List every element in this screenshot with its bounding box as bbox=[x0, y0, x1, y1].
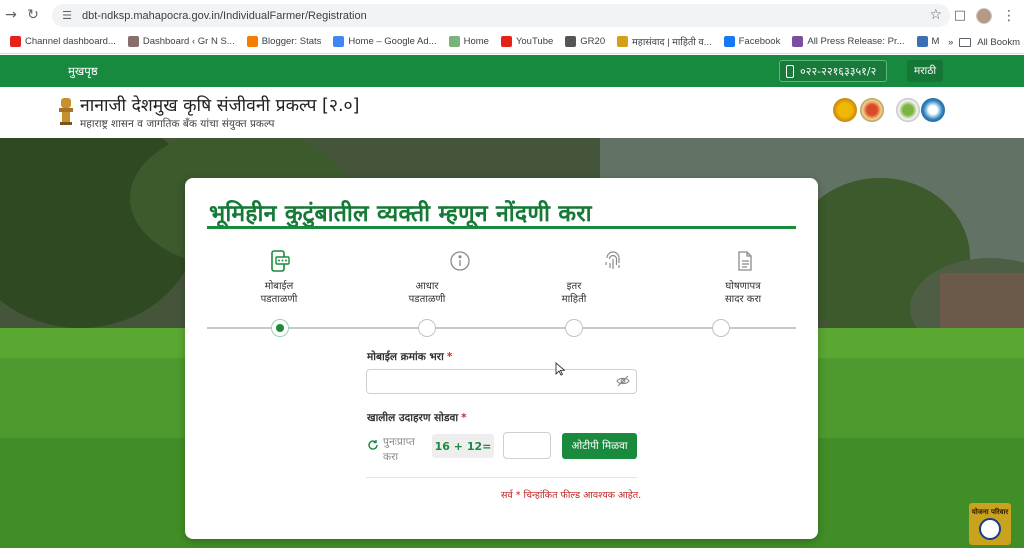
pocra-logo-icon bbox=[896, 98, 920, 122]
bookmark-label: Home – Google Ad... bbox=[348, 36, 437, 47]
emblem-icon bbox=[617, 36, 629, 47]
form-title: भूमिहीन कुटुंबातील व्यक्ती म्हणून नोंदणी… bbox=[209, 201, 592, 227]
bookmark-star-icon[interactable]: ☆ bbox=[929, 7, 942, 23]
captcha-question: 16 + 12= bbox=[432, 434, 494, 458]
refresh-icon bbox=[368, 440, 378, 450]
mobile-number-label: मोबाईल क्रमांक भरा * bbox=[367, 351, 453, 363]
bookmark-label: Blogger: Stats bbox=[261, 36, 322, 47]
bookmark-item[interactable]: YouTube bbox=[497, 36, 557, 47]
site-subtitle: महाराष्ट्र शासन व जागतिक बँक यांचा संयुक… bbox=[80, 118, 275, 130]
document-icon bbox=[734, 250, 756, 272]
bookmark-item[interactable]: Home – Google Ad... bbox=[329, 36, 440, 47]
bookmark-label: Facebook bbox=[738, 36, 781, 47]
channel-watermark-logo: योजना परिवार bbox=[969, 503, 1011, 545]
leaf-icon bbox=[448, 36, 460, 47]
wordpress-icon bbox=[127, 36, 139, 47]
title-underline bbox=[207, 226, 796, 229]
youtube-icon bbox=[500, 36, 512, 47]
language-button[interactable]: मराठी bbox=[907, 60, 943, 82]
step-dot-3 bbox=[565, 319, 583, 337]
mobile-number-input[interactable] bbox=[366, 369, 637, 394]
url-text: dbt-ndksp.mahapocra.gov.in/IndividualFar… bbox=[82, 9, 367, 22]
profile-avatar[interactable] bbox=[976, 7, 992, 24]
bookmark-item[interactable]: Home bbox=[445, 36, 493, 47]
form-divider bbox=[366, 477, 637, 478]
bookmark-item[interactable]: All Press Release: Pr... bbox=[788, 36, 908, 47]
progress-steps: मोबाईल पडताळणी आधार पडताळणी इतर माहिती घोषण… bbox=[207, 250, 796, 340]
get-otp-button[interactable]: ओटीपी मिळवा bbox=[562, 433, 637, 459]
reload-icon[interactable]: ↻ bbox=[22, 4, 44, 26]
meda-icon bbox=[916, 36, 928, 47]
progress-line bbox=[207, 327, 796, 329]
all-bookmarks-button[interactable]: » All Bookm bbox=[939, 30, 1024, 53]
watermark-text: योजना परिवार bbox=[971, 508, 1009, 516]
captcha-label: खालील उदाहरण सोडवा * bbox=[367, 412, 467, 424]
bookmark-item[interactable]: Dashboard ‹ Gr N S... bbox=[124, 36, 239, 47]
step-label-4: घोषणापत्र सादर करा bbox=[724, 281, 762, 305]
bookmark-label: YouTube bbox=[515, 36, 554, 47]
site-header: नानाजी देशमुख कृषि संजीवनी प्रकल्प [२.०]… bbox=[0, 87, 1024, 138]
step-dot-1 bbox=[271, 319, 289, 337]
facebook-icon bbox=[723, 36, 735, 47]
bookmark-label: GR20 bbox=[580, 36, 606, 47]
bookmark-item[interactable]: Facebook bbox=[720, 36, 785, 47]
world-bank-logo-icon bbox=[921, 98, 945, 122]
press-icon bbox=[792, 36, 804, 47]
bookmark-label: All Press Release: Pr... bbox=[807, 36, 905, 47]
bookmark-item[interactable]: Channel dashboard... bbox=[6, 36, 120, 47]
step-label-3: इतर माहिती bbox=[561, 281, 587, 305]
captcha-answer-input[interactable] bbox=[503, 432, 551, 459]
step-dot-4 bbox=[712, 319, 730, 337]
bookmark-item[interactable]: महासंवाद | माहिती व... bbox=[613, 35, 716, 48]
bookmark-item[interactable]: GR20 bbox=[561, 36, 609, 47]
bookmark-label: महासंवाद | माहिती व... bbox=[632, 37, 712, 48]
bookmark-label: Home bbox=[463, 36, 489, 47]
step-label-2: आधार पडताळणी bbox=[408, 281, 446, 305]
folder-icon bbox=[959, 37, 972, 47]
youtube-icon bbox=[10, 36, 21, 47]
bookmarks-bar: Channel dashboard... Dashboard ‹ Gr N S..… bbox=[0, 30, 1024, 54]
maharashtra-seal-icon bbox=[833, 98, 857, 122]
mobile-verify-icon bbox=[268, 250, 290, 272]
blogger-icon bbox=[246, 36, 258, 47]
site-top-bar: मुखपृष्ठ ०२२-२२१६३३५१/२ मराठी bbox=[0, 55, 1024, 87]
fingerprint-icon bbox=[602, 250, 624, 272]
globe-icon bbox=[979, 518, 1001, 540]
site-title: नानाजी देशमुख कृषि संजीवनी प्रकल्प [२.०] bbox=[80, 96, 360, 116]
bookmark-label: Channel dashboard... bbox=[25, 36, 116, 47]
required-fields-note: सर्व * चिन्हांकित फील्ड आवश्यक आहेत. bbox=[501, 490, 642, 501]
globe-icon bbox=[565, 36, 577, 47]
eye-icon[interactable] bbox=[616, 375, 630, 387]
more-menu-icon[interactable]: ⋮ bbox=[1002, 8, 1016, 24]
extensions-icon[interactable]: □ bbox=[954, 8, 966, 23]
info-icon bbox=[449, 250, 471, 272]
google-ads-icon bbox=[333, 36, 345, 47]
helpline-box: ०२२-२२१६३३५१/२ bbox=[779, 60, 887, 82]
step-label-1: मोबाईल पडताळणी bbox=[260, 281, 298, 305]
agriculture-dept-logo-icon bbox=[860, 98, 884, 122]
phone-icon bbox=[786, 64, 794, 78]
address-bar[interactable]: ☰ dbt-ndksp.mahapocra.gov.in/IndividualF… bbox=[52, 4, 950, 27]
bookmark-item[interactable]: Blogger: Stats bbox=[243, 36, 326, 47]
site-settings-icon[interactable]: ☰ bbox=[60, 9, 74, 23]
registration-card: भूमिहीन कुटुंबातील व्यक्ती म्हणून नोंदणी… bbox=[185, 178, 818, 539]
state-emblem-icon bbox=[59, 98, 73, 125]
helpline-number: ०२२-२२१६३३५१/२ bbox=[800, 64, 877, 78]
home-link[interactable]: मुखपृष्ठ bbox=[68, 64, 98, 79]
bookmark-label: Dashboard ‹ Gr N S... bbox=[142, 36, 235, 47]
mouse-cursor-icon bbox=[555, 362, 565, 376]
chevron-right-icon: » bbox=[947, 36, 954, 48]
step-dot-2 bbox=[418, 319, 436, 337]
refresh-captcha-button[interactable]: पुनःप्राप्त करा bbox=[367, 435, 427, 465]
back-arrow-icon[interactable]: → bbox=[0, 4, 22, 26]
all-bookmarks-label: All Bookm bbox=[977, 36, 1020, 48]
browser-toolbar: → ↻ ☰ dbt-ndksp.mahapocra.gov.in/Individ… bbox=[0, 0, 1024, 30]
